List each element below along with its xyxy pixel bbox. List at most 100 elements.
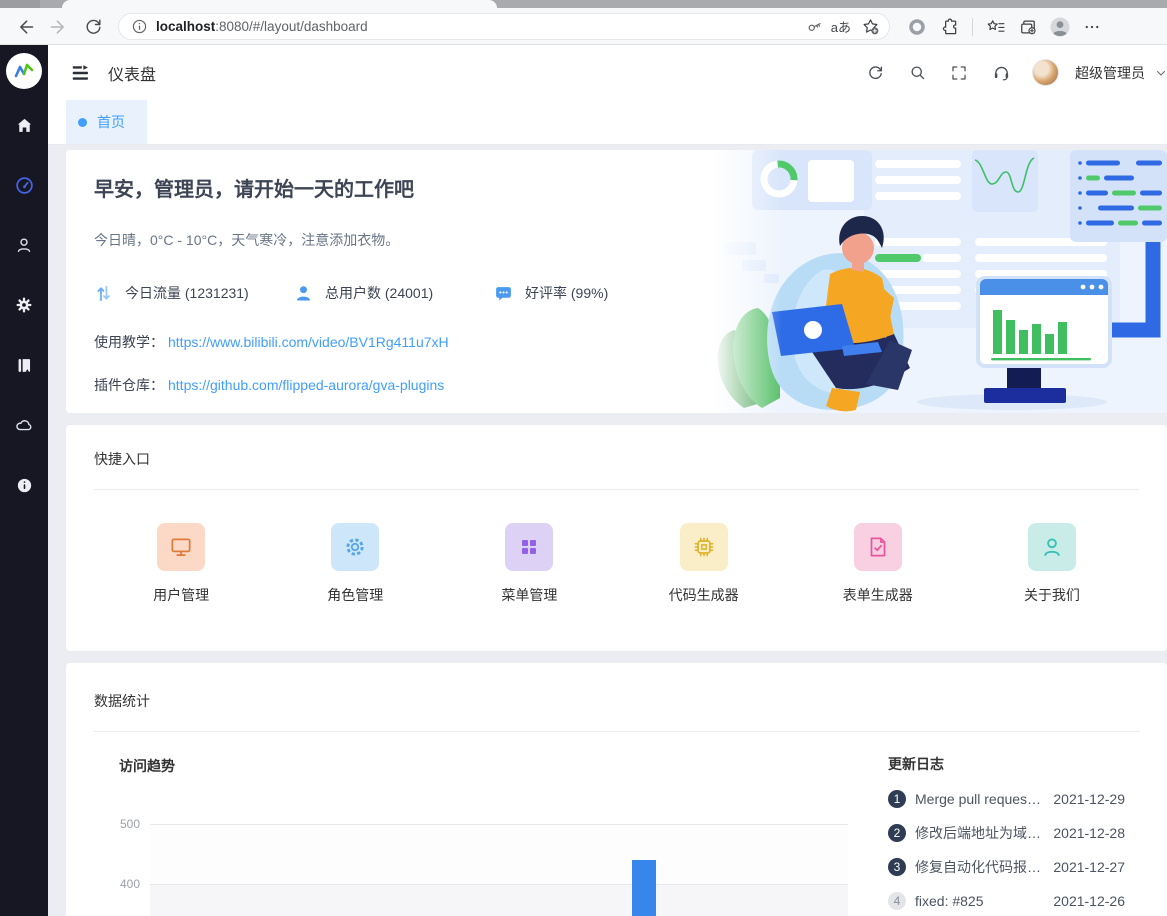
person-outline-icon xyxy=(1027,523,1076,571)
gridline xyxy=(150,884,848,885)
collections-icon[interactable] xyxy=(1013,12,1043,42)
user-name[interactable]: 超级管理员 xyxy=(1075,63,1145,83)
monitor-icon xyxy=(157,523,206,571)
visit-trend-chart: 访问趋势 500 400 更新日志 1 Merge pull reques… 2… xyxy=(66,732,1167,916)
stat-rating-label: 好评率 (99%) xyxy=(525,285,609,301)
quick-item-about[interactable]: 关于我们 xyxy=(965,523,1139,605)
favorites-bar-icon[interactable] xyxy=(981,12,1011,42)
data-stats-card: 数据统计 访问趋势 500 400 更新日志 1 Merge pull requ… xyxy=(66,663,1167,916)
quick-label: 代码生成器 xyxy=(668,587,739,603)
profile-icon[interactable] xyxy=(1045,12,1075,42)
extensions-puzzle-icon[interactable] xyxy=(934,12,964,42)
page-title: 仪表盘 xyxy=(108,66,157,84)
ytick-500: 500 xyxy=(119,817,140,831)
data-stats-title: 数据统计 xyxy=(94,693,150,709)
tab-home[interactable]: 首页 xyxy=(66,100,147,144)
translate-icon[interactable]: aあ xyxy=(831,17,851,36)
changelog-item: 2 修改后端地址为域… 2021-12-28 xyxy=(888,824,1125,842)
headset-icon[interactable] xyxy=(984,56,1018,90)
quick-item-formgen[interactable]: 表单生成器 xyxy=(791,523,965,605)
sidebar-item-user[interactable] xyxy=(12,233,36,257)
password-key-icon[interactable] xyxy=(805,18,823,36)
gridline xyxy=(150,824,848,825)
chart-band xyxy=(150,884,848,916)
screen: localhost:8080/#/layout/dashboard aあ 仪表盘… xyxy=(0,0,1167,916)
plugin-link-label: 插件仓库： xyxy=(94,377,164,393)
ytick-400: 400 xyxy=(119,877,140,891)
browser-actions xyxy=(902,12,1107,42)
refresh-icon[interactable] xyxy=(858,56,892,90)
chart-band xyxy=(150,824,848,884)
fullscreen-icon[interactable] xyxy=(942,56,976,90)
quick-item-roles[interactable]: 角色管理 xyxy=(268,523,442,605)
changelog-text: fixed: #825 xyxy=(915,893,984,909)
tutorial-link-label: 使用教学： xyxy=(94,334,164,350)
gear-icon xyxy=(16,297,32,313)
tabbar: 首页 xyxy=(48,100,1167,145)
sidebar-item-cloud[interactable] xyxy=(12,413,36,437)
reload-icon[interactable] xyxy=(78,12,108,42)
quick-item-codegen[interactable]: 代码生成器 xyxy=(617,523,791,605)
active-tab[interactable] xyxy=(62,0,497,8)
changelog-title: 更新日志 xyxy=(888,756,944,772)
quick-label: 角色管理 xyxy=(327,587,384,603)
changelog-date: 2021-12-26 xyxy=(1053,893,1125,909)
changelog-date: 2021-12-28 xyxy=(1053,825,1125,841)
grid-icon xyxy=(505,523,554,571)
quick-label: 关于我们 xyxy=(1023,587,1080,603)
site-info-icon[interactable] xyxy=(131,18,148,35)
user-icon xyxy=(17,238,31,253)
stat-traffic-label: 今日流量 (1231231) xyxy=(125,285,249,301)
quick-label: 用户管理 xyxy=(153,587,210,603)
changelog-date: 2021-12-29 xyxy=(1053,791,1125,807)
sidebar-item-home[interactable] xyxy=(12,113,36,137)
library-book-icon xyxy=(18,358,30,372)
plugin-link[interactable]: https://github.com/flipped-aurora/gva-pl… xyxy=(168,377,444,393)
menu-dots-icon[interactable] xyxy=(1077,12,1107,42)
sidebar-nav xyxy=(12,113,36,497)
rank-badge: 3 xyxy=(888,858,906,876)
changelog-text: Merge pull reques… xyxy=(915,791,1042,807)
quick-entry-card: 快捷入口 用户管理 角色管理 菜单管理 代码生成器 表单生成器 关于我们 xyxy=(66,425,1167,651)
sidebar-item-about[interactable] xyxy=(12,473,36,497)
welcome-title: 早安，管理员，请开始一天的工作吧 xyxy=(94,179,414,201)
chevron-down-icon xyxy=(1157,70,1165,76)
tab-home-label: 首页 xyxy=(97,114,125,130)
browser-tab-strip[interactable] xyxy=(0,0,1167,8)
rank-badge: 2 xyxy=(888,824,906,842)
extension-ring-icon[interactable] xyxy=(902,12,932,42)
cloud-icon xyxy=(16,420,32,431)
search-icon[interactable] xyxy=(900,56,934,90)
changelog-item: 3 修复自动化代码报… 2021-12-27 xyxy=(888,858,1125,876)
cpu-icon xyxy=(679,523,728,571)
traffic-arrows-icon xyxy=(97,285,110,301)
plugin-link-row: 插件仓库： https://github.com/flipped-aurora/… xyxy=(94,375,1139,395)
url-text[interactable]: localhost:8080/#/layout/dashboard xyxy=(156,19,797,34)
sidebar-item-settings[interactable] xyxy=(12,293,36,317)
sidebar-item-dashboard[interactable] xyxy=(12,173,36,197)
sidebar xyxy=(0,45,48,916)
tutorial-link-row: 使用教学： https://www.bilibili.com/video/BV1… xyxy=(94,332,1139,352)
avatar[interactable] xyxy=(1032,59,1059,86)
tutorial-link[interactable]: https://www.bilibili.com/video/BV1Rg411u… xyxy=(168,334,449,350)
changelog-item: 4 fixed: #825 2021-12-26 xyxy=(888,892,1125,910)
changelog-text: 修复自动化代码报… xyxy=(915,859,1041,875)
inactive-tab[interactable] xyxy=(0,0,40,8)
stat-users-label: 总用户数 (24001) xyxy=(325,285,434,301)
divider xyxy=(94,489,1139,490)
quick-item-menus[interactable]: 菜单管理 xyxy=(442,523,616,605)
forward-icon[interactable] xyxy=(44,12,74,42)
rank-badge: 1 xyxy=(888,790,906,808)
app-logo xyxy=(6,53,42,89)
back-icon[interactable] xyxy=(10,12,40,42)
changelog-text: 修改后端地址为域… xyxy=(915,825,1041,841)
favorite-star-add-icon[interactable] xyxy=(859,16,881,38)
quick-entry-title: 快捷入口 xyxy=(94,451,150,467)
collapse-menu-icon[interactable] xyxy=(68,60,94,86)
stat-row: 今日流量 (1231231) 总用户数 (24001) 好评率 (99%) xyxy=(94,283,1139,303)
browser-address-bar[interactable]: localhost:8080/#/layout/dashboard aあ xyxy=(118,13,890,40)
browser-toolbar: localhost:8080/#/layout/dashboard aあ xyxy=(0,8,1167,45)
sidebar-item-library[interactable] xyxy=(12,353,36,377)
form-check-icon xyxy=(853,523,902,571)
quick-item-users[interactable]: 用户管理 xyxy=(94,523,268,605)
